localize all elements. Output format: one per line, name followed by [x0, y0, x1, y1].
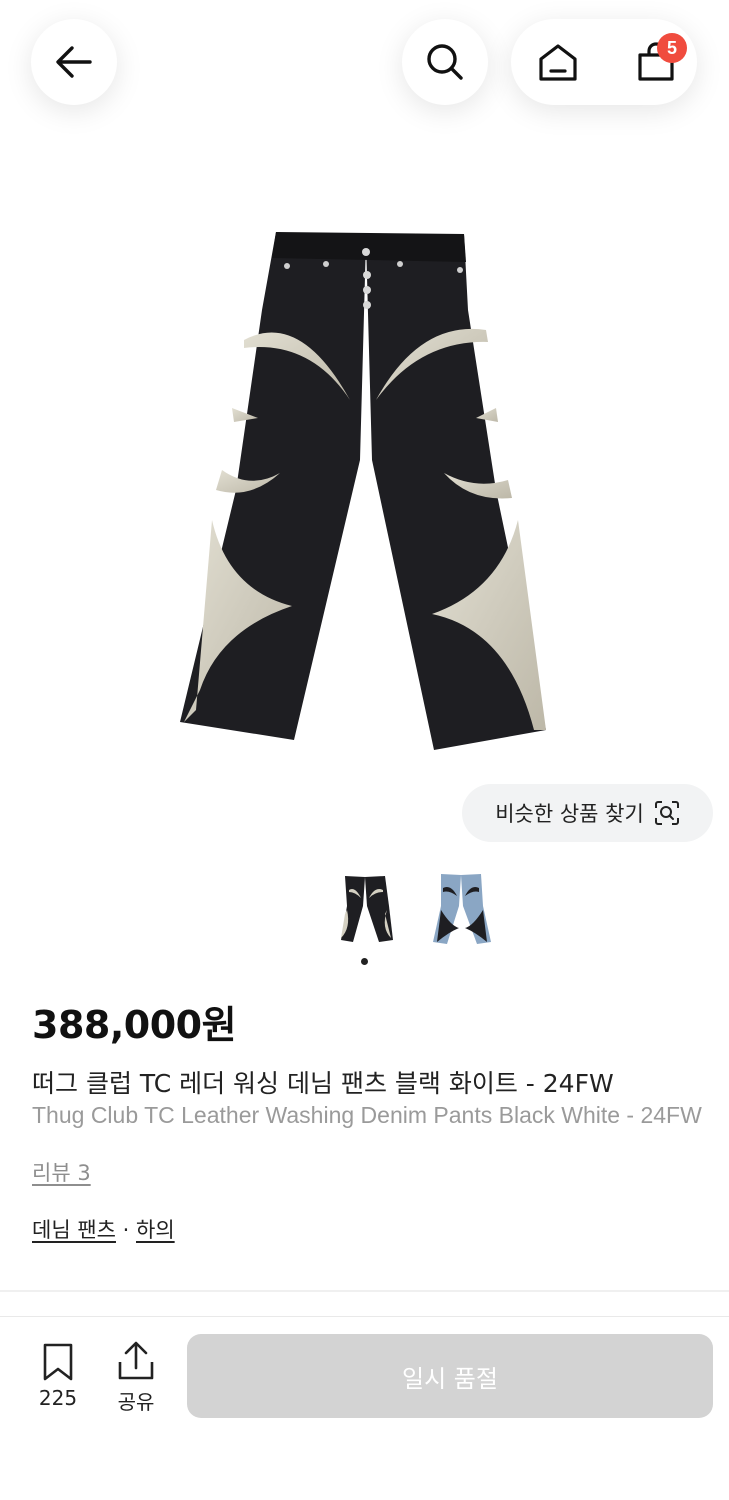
category-separator: ·	[115, 1218, 136, 1242]
similar-products-button[interactable]: 비슷한 상품 찾기	[462, 784, 713, 842]
share-icon	[118, 1341, 154, 1380]
bookmark-count: 225	[38, 1386, 78, 1410]
bookmark-button[interactable]: 225	[26, 1342, 90, 1410]
product-name-en: Thug Club TC Leather Washing Denim Pants…	[32, 1102, 702, 1128]
home-icon	[539, 44, 577, 81]
share-label: 공유	[117, 1390, 155, 1414]
similar-products-label: 비슷한 상품 찾기	[495, 802, 644, 826]
search-button[interactable]	[402, 19, 488, 105]
share-button[interactable]: 공유	[104, 1340, 168, 1415]
search-icon	[427, 44, 463, 80]
cart-count-badge: 5	[657, 33, 687, 63]
sold-out-button[interactable]: 일시 품절	[187, 1334, 713, 1418]
image-search-icon	[654, 801, 679, 825]
gallery-indicator-dot	[361, 958, 368, 965]
section-divider	[0, 1290, 729, 1292]
product-price: 388,000원	[32, 1003, 237, 1047]
thumbnail-black[interactable]	[329, 866, 401, 950]
review-link[interactable]: 리뷰 3	[32, 1157, 91, 1187]
back-button[interactable]	[31, 19, 117, 105]
home-button[interactable]	[523, 27, 593, 97]
category-sub-link[interactable]: 데님 팬츠	[32, 1218, 116, 1242]
category-breadcrumb: 데님 팬츠 · 하의	[32, 1214, 175, 1244]
product-image[interactable]	[0, 190, 729, 770]
product-name-ko: 떠그 클럽 TC 레더 워싱 데님 팬츠 블랙 화이트 - 24FW	[32, 1069, 614, 1098]
arrow-left-icon	[56, 46, 92, 78]
category-main-link[interactable]: 하의	[136, 1218, 175, 1242]
thumbnail-blue[interactable]	[425, 866, 497, 950]
bookmark-icon	[43, 1343, 73, 1381]
